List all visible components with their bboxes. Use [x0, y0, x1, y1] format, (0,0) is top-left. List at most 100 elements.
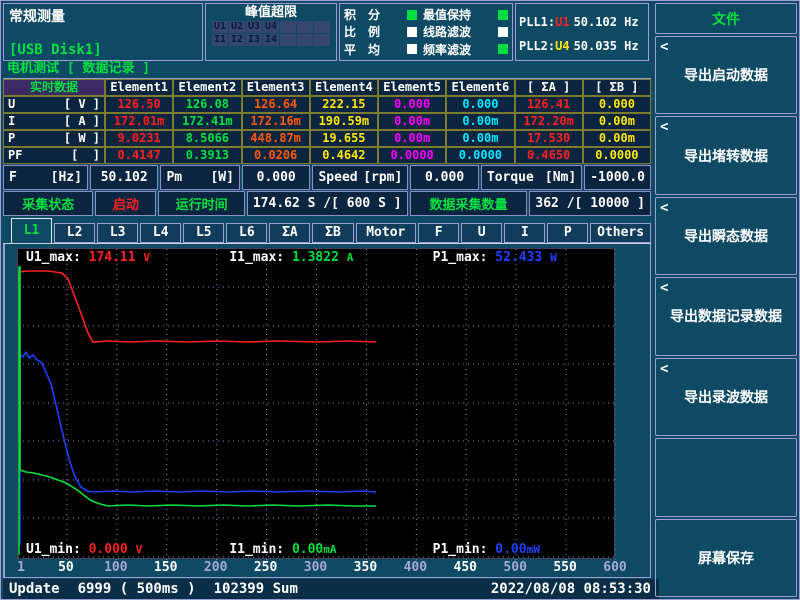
peak-cell-empty — [280, 34, 296, 46]
measure-row: F[Hz] 50.102 Pm[W] 0.000 Speed[rpm] 0.00… — [3, 165, 651, 190]
sample-count-value: 362 /[ 10000 ] — [529, 191, 651, 216]
value-p-col7: 0.00m — [583, 130, 651, 147]
table-corner-realtime-data: 实时数据 — [3, 79, 105, 96]
export-start-data-button[interactable]: <导出启动数据 — [655, 36, 797, 114]
tab-others[interactable]: Others — [590, 223, 651, 243]
runtime-label: 运行时间 — [158, 191, 244, 216]
tab-l1[interactable]: L1 — [11, 218, 52, 243]
tab-sigma-b[interactable]: ΣB — [312, 223, 353, 243]
export-locked-rotor-data-button[interactable]: <导出堵转数据 — [655, 116, 797, 194]
pll2-source: U4 — [555, 39, 569, 53]
column-header-3: Element4 — [310, 79, 378, 96]
waveform-plot: U1_max: 174.11 V I1_max: 1.3822 A P1_max… — [17, 248, 615, 559]
x-tick-600: 600 — [603, 560, 626, 576]
indicator-scaling: 比 例 — [344, 23, 417, 40]
value-pf-col2: 0.0206 — [242, 147, 310, 164]
channel-tab-bar: L1L2L3L4L5L6ΣAΣBMotorFUIPOthers — [3, 219, 651, 244]
peak-cell-empty — [280, 21, 296, 33]
export-data-record-button[interactable]: <导出数据记录数据 — [655, 277, 797, 355]
tab-l3[interactable]: L3 — [97, 223, 138, 243]
speed-value: 0.000 — [410, 165, 479, 190]
value-u-col7: 0.000 — [583, 96, 651, 113]
freq-label: F[Hz] — [3, 165, 88, 190]
tab-u[interactable]: U — [461, 223, 502, 243]
value-u-col6: 126.41 — [515, 96, 583, 113]
empty-soft-key[interactable] — [655, 438, 797, 516]
soft-key-arrow-icon: < — [660, 200, 668, 216]
screen-save-button[interactable]: 屏幕保存 — [655, 519, 797, 597]
peak-cell-empty — [297, 21, 313, 33]
x-tick-1: 1 — [17, 560, 25, 576]
value-i-col1: 172.41m — [173, 113, 241, 130]
value-pf-col0: 0.4147 — [105, 147, 173, 164]
acq-status-value: 启动 — [95, 191, 156, 216]
sidebar: 文件 <导出启动数据 <导出堵转数据 <导出瞬态数据 <导出数据记录数据 <导出… — [651, 1, 799, 599]
value-p-col0: 9.0231 — [105, 130, 173, 147]
indicator-line-filter: 线路滤波 — [423, 23, 508, 40]
tab-l6[interactable]: L6 — [226, 223, 267, 243]
runtime-value: 174.62 S /[ 600 S ] — [247, 191, 408, 216]
i1-min-readout: I1_min: 0.00mA — [229, 542, 406, 557]
soft-key-arrow-icon: < — [660, 280, 668, 296]
peak-over-limit-title: 峰值超限 — [208, 5, 334, 20]
mode-line: 电机测试 [ 数据记录 ] — [3, 61, 651, 77]
value-pf-col6: 0.4650 — [515, 147, 583, 164]
soft-key-arrow-icon: < — [660, 39, 668, 55]
indicator-box: 积 分 比 例 平 均 最值保持 线路滤波 频率滤波 — [339, 3, 513, 61]
update-count: 6999 ( 500ms ) — [78, 581, 196, 597]
tab-l5[interactable]: L5 — [183, 223, 224, 243]
sidebar-title: 文件 — [655, 3, 797, 34]
usb-disk-status: [USB Disk1] — [9, 42, 197, 58]
page-title: 常规测量 — [9, 6, 197, 26]
power-analyzer-screen: 常规测量 [USB Disk1] 峰值超限 U1U2U3U4 I1I2I3I4 … — [0, 0, 800, 600]
average-lamp — [407, 44, 417, 54]
x-tick-500: 500 — [503, 560, 526, 576]
measurement-table: 实时数据Element1Element2Element3Element4Elem… — [3, 78, 651, 164]
value-i-col5: 0.00m — [446, 113, 514, 130]
pll2-frequency: 50.035 Hz — [574, 39, 639, 53]
value-p-col4: 0.00m — [378, 130, 446, 147]
value-pf-col7: 0.0000 — [583, 147, 651, 164]
value-p-col2: 448.87m — [242, 130, 310, 147]
tab-l2[interactable]: L2 — [54, 223, 95, 243]
value-pf-col1: 0.3913 — [173, 147, 241, 164]
min-labels-row: U1_min: 0.000 V I1_min: 0.00mA P1_min: 0… — [26, 542, 610, 557]
export-transient-data-button[interactable]: <导出瞬态数据 — [655, 197, 797, 275]
x-tick-200: 200 — [204, 560, 227, 576]
x-tick-350: 350 — [354, 560, 377, 576]
scaling-lamp — [407, 27, 417, 37]
value-u-col2: 126.64 — [242, 96, 310, 113]
tab-sigma-a[interactable]: ΣA — [269, 223, 310, 243]
tab-f[interactable]: F — [418, 223, 459, 243]
value-i-col7: 0.00m — [583, 113, 651, 130]
value-p-col5: 0.00m — [446, 130, 514, 147]
max-hold-lamp — [498, 10, 508, 20]
peak-over-limit-box: 峰值超限 U1U2U3U4 I1I2I3I4 — [205, 3, 337, 61]
peak-voltage-row: U1U2U3U4 — [208, 21, 334, 33]
line-filter-lamp — [498, 27, 508, 37]
peak-cell-empty — [297, 34, 313, 46]
row-label-p: P[ W ] — [3, 130, 105, 147]
peak-cell-i3: I3 — [246, 34, 262, 46]
pll1-source: U1 — [555, 15, 569, 29]
value-pf-col4: 0.0000 — [378, 147, 446, 164]
value-u-col1: 126.08 — [173, 96, 241, 113]
x-axis-ticks: 150100150200250300350400450500550600 — [17, 560, 615, 576]
x-tick-550: 550 — [553, 560, 576, 576]
p1-max-readout: P1_max: 52.433 W — [433, 250, 610, 265]
value-u-col3: 222.15 — [310, 96, 378, 113]
speed-label: Speed[rpm] — [312, 165, 408, 190]
acquisition-row: 采集状态 启动 运行时间 174.62 S /[ 600 S ] 数据采集数量 … — [3, 191, 651, 216]
pll1-frequency: 50.102 Hz — [574, 15, 639, 29]
header: 常规测量 [USB Disk1] 峰值超限 U1U2U3U4 I1I2I3I4 … — [3, 3, 651, 61]
tab-p[interactable]: P — [547, 223, 588, 243]
u1-min-readout: U1_min: 0.000 V — [26, 542, 203, 557]
peak-cell-empty — [314, 21, 330, 33]
tab-i[interactable]: I — [504, 223, 545, 243]
export-waveform-record-button[interactable]: <导出录波数据 — [655, 358, 797, 436]
column-header-4: Element5 — [378, 79, 446, 96]
tab-l4[interactable]: L4 — [140, 223, 181, 243]
tab-motor[interactable]: Motor — [356, 223, 417, 243]
x-tick-250: 250 — [254, 560, 277, 576]
update-label: Update — [9, 581, 60, 597]
